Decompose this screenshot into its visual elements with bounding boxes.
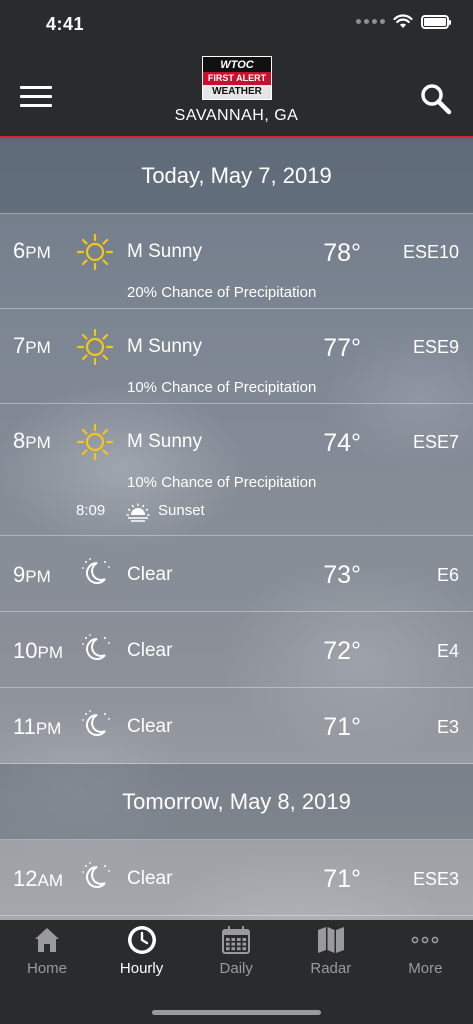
day-header: Today, May 7, 2019 [0, 138, 473, 214]
temperature: 71° [323, 713, 361, 741]
sun-icon [76, 423, 114, 461]
hour-label: 9PM [13, 562, 51, 587]
hourly-row[interactable]: 9PM Clear 73° E6 [0, 536, 473, 612]
wind-label: ESE10 [402, 242, 459, 262]
tab-daily[interactable]: Daily [189, 924, 283, 977]
moon-icon [76, 554, 114, 592]
hourly-row[interactable]: 7PM M Sunny 77° ESE9 10% Chance of Precip… [0, 309, 473, 404]
tab-home[interactable]: Home [0, 924, 94, 977]
condition-label: Clear [127, 564, 173, 585]
tab-more[interactable]: More [378, 924, 472, 977]
condition-label: Clear [127, 640, 173, 661]
hour-label: 8PM [13, 428, 51, 453]
precipitation-chance: 10% Chance of Precipitation [127, 474, 317, 491]
wind-label: ESE9 [412, 337, 459, 357]
day-header: Tomorrow, May 8, 2019 [0, 764, 473, 840]
search-button[interactable] [419, 82, 453, 116]
home-icon [31, 924, 63, 956]
hourly-forecast-list[interactable]: Today, May 7, 2019 6PM M Sunny 78° ESE10… [0, 138, 473, 920]
sunset-label: Sunset [158, 502, 205, 519]
sunset-icon [126, 500, 150, 524]
menu-button[interactable] [20, 86, 52, 108]
station-logo: WTOC FIRST ALERT WEATHER [202, 56, 272, 100]
temperature: 72° [323, 637, 361, 665]
tab-label: Daily [219, 960, 253, 977]
temperature: 71° [323, 865, 361, 893]
temperature: 77° [323, 334, 361, 362]
condition-label: M Sunny [127, 241, 202, 262]
sun-icon [76, 328, 114, 366]
tab-radar[interactable]: Radar [284, 924, 378, 977]
logo-line2: FIRST ALERT [203, 72, 271, 85]
precipitation-chance: 10% Chance of Precipitation [127, 379, 317, 396]
hour-label: 10PM [13, 638, 63, 663]
tab-label: Hourly [119, 960, 164, 977]
tab-label: More [408, 960, 443, 977]
moon-icon [76, 630, 114, 668]
logo-line3: WEATHER [203, 85, 271, 99]
temperature: 78° [323, 239, 361, 267]
app-header: 4:41 WTOC FIRST ALERT WEATHER SAVANNAH, … [0, 0, 473, 138]
wind-label: E4 [436, 641, 459, 661]
precipitation-chance: 20% Chance of Precipitation [127, 284, 317, 301]
condition-label: Clear [127, 868, 173, 889]
logo-line1: WTOC [220, 59, 254, 71]
temperature: 74° [323, 429, 361, 457]
map-icon [315, 924, 347, 956]
condition-label: Clear [127, 716, 173, 737]
sun-icon [76, 233, 114, 271]
battery-icon [421, 14, 451, 29]
hour-label: 7PM [13, 333, 51, 358]
hourly-row[interactable]: 6PM M Sunny 78° ESE10 20% Chance of Preci… [0, 214, 473, 309]
condition-label: M Sunny [127, 336, 202, 357]
clock-icon [126, 924, 158, 956]
wind-label: ESE3 [412, 869, 459, 889]
hour-label: 6PM [13, 238, 51, 263]
hourly-row[interactable]: 12AM Clear 71° ESE3 [0, 840, 473, 916]
status-time: 4:41 [46, 14, 85, 34]
tab-bar: Home Hourly Daily Radar More [0, 920, 473, 1024]
status-icons [356, 14, 451, 29]
cellular-signal-icon [356, 19, 385, 24]
hour-label: 11PM [13, 714, 62, 739]
home-indicator [152, 1010, 321, 1015]
hourly-row[interactable]: 8PM M Sunny 74° ESE7 10% Chance of Precip… [0, 404, 473, 536]
moon-icon [76, 858, 114, 896]
tab-hourly[interactable]: Hourly [95, 924, 189, 977]
wind-label: E3 [436, 717, 459, 737]
hourly-row[interactable]: 11PM Clear 71° E3 [0, 688, 473, 764]
hourly-row[interactable]: 10PM Clear 72° E4 [0, 612, 473, 688]
hour-label: 12AM [13, 866, 63, 891]
tab-label: Home [26, 960, 67, 977]
more-icon [409, 924, 441, 956]
moon-icon [76, 706, 114, 744]
sunset-time: 8:09 [76, 502, 106, 519]
temperature: 73° [323, 561, 361, 589]
location-label[interactable]: SAVANNAH, GA [0, 107, 473, 125]
calendar-icon [220, 924, 252, 956]
condition-label: M Sunny [127, 431, 202, 452]
tab-label: Radar [310, 960, 352, 977]
wind-label: ESE7 [412, 432, 459, 452]
wind-label: E6 [436, 565, 459, 585]
wifi-icon [393, 14, 413, 28]
